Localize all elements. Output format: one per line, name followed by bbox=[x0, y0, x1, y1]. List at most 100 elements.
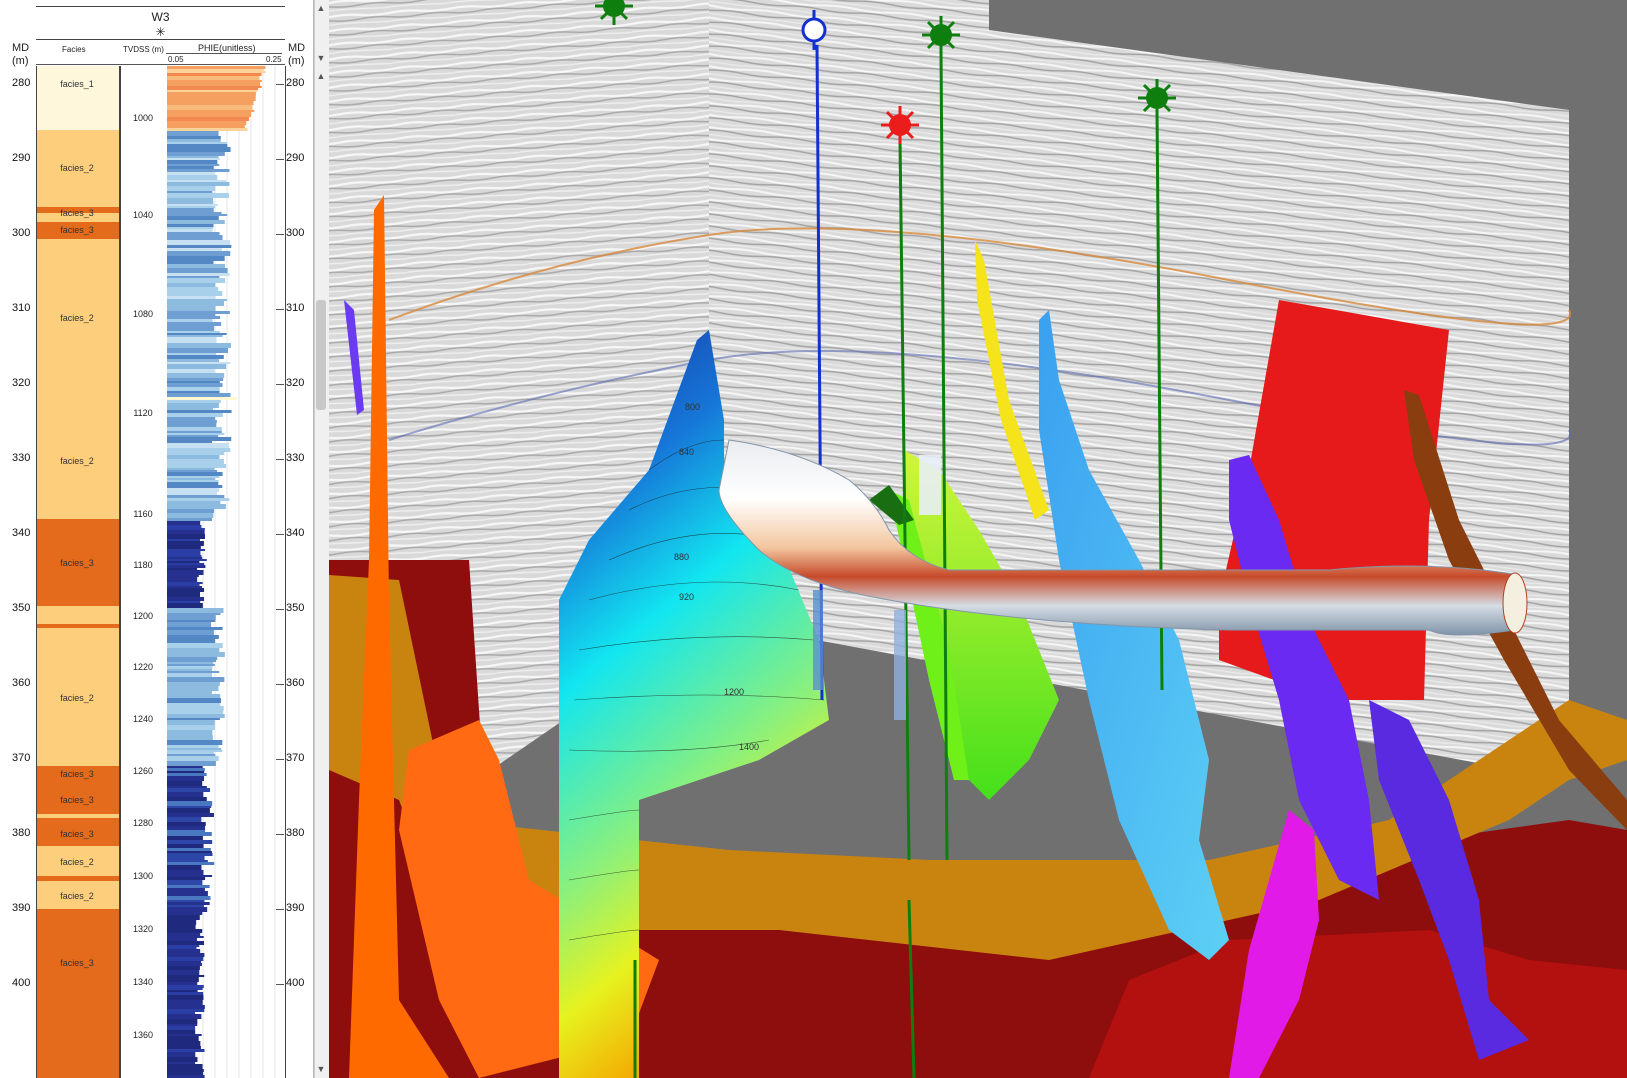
md-tick-line bbox=[276, 534, 284, 535]
md-tick-label: 380 bbox=[12, 827, 31, 839]
md-tick-label: 360 bbox=[286, 677, 305, 689]
md-tick-label: 340 bbox=[12, 527, 31, 539]
tvdss-tick-label: 1000 bbox=[132, 113, 154, 123]
md-tick-line bbox=[276, 684, 284, 685]
tvdss-tick-label: 1220 bbox=[132, 662, 154, 672]
tvdss-tick-label: 1320 bbox=[132, 924, 154, 934]
tvdss-tick-label: 1240 bbox=[132, 714, 154, 724]
md-tick-label: 390 bbox=[286, 902, 305, 914]
tvd-header: TVDSS (m) bbox=[123, 45, 164, 54]
tube-end-cap bbox=[1502, 572, 1528, 634]
md-tick-line bbox=[276, 609, 284, 610]
facies-label: facies_2 bbox=[60, 857, 94, 867]
facies-label: facies_2 bbox=[60, 693, 94, 703]
facies-label: facies_1 bbox=[60, 79, 94, 89]
md-tick-label: 350 bbox=[12, 602, 31, 614]
md-tick-label: 330 bbox=[286, 452, 305, 464]
tvdss-tick-label: 1340 bbox=[132, 977, 154, 987]
scroll-down-arrow-icon-2[interactable]: ▼ bbox=[315, 1063, 327, 1075]
contour-label: 920 bbox=[679, 592, 694, 602]
contour-label: 880 bbox=[674, 552, 689, 562]
log-scrollbar-track[interactable] bbox=[314, 0, 329, 1078]
tvdss-tick-label: 1040 bbox=[132, 210, 154, 220]
facies-label: facies_3 bbox=[60, 558, 94, 568]
well-title-box: W3 ✳ bbox=[36, 6, 285, 40]
md-tick-label: 280 bbox=[12, 77, 31, 89]
tvdss-tick-label: 1300 bbox=[132, 871, 154, 881]
facies-label: facies_2 bbox=[60, 163, 94, 173]
phie-header: PHIE(unitless) bbox=[198, 43, 256, 53]
md-tick-label: 370 bbox=[286, 752, 305, 764]
facies-label: facies_2 bbox=[60, 313, 94, 323]
scroll-up-arrow-icon-2[interactable]: ▲ bbox=[315, 70, 327, 82]
contour-label: 1200 bbox=[724, 687, 744, 697]
md-tick-label: 380 bbox=[286, 827, 305, 839]
md-tick-label: 330 bbox=[12, 452, 31, 464]
well-log-panel[interactable]: W3 ✳ MD (m) MD (m) Facies TVDSS (m) PHIE… bbox=[0, 0, 314, 1078]
md-label-right: MD bbox=[288, 42, 306, 54]
md-tick-line bbox=[276, 84, 284, 85]
well-log-strip bbox=[919, 455, 941, 515]
phie-min: 0.05 bbox=[168, 55, 184, 64]
contour-label: 840 bbox=[679, 447, 694, 457]
facies-label: facies_3 bbox=[60, 769, 94, 779]
md-tick-line bbox=[276, 759, 284, 760]
md-tick-line bbox=[276, 834, 284, 835]
facies-label: facies_3 bbox=[60, 795, 94, 805]
contour-label: 800 bbox=[685, 402, 700, 412]
contour-label: 1400 bbox=[739, 742, 759, 752]
3d-viewport[interactable]: 800 840 880 920 1200 1400 bbox=[329, 0, 1627, 1078]
md-tick-label: 310 bbox=[12, 302, 31, 314]
tvdss-tick-label: 1280 bbox=[132, 818, 154, 828]
facies-interval bbox=[37, 66, 119, 130]
3d-scene[interactable]: 800 840 880 920 1200 1400 bbox=[329, 0, 1627, 1078]
md-tick-label: 290 bbox=[286, 152, 305, 164]
phie-curve-chart bbox=[166, 66, 276, 1078]
scroll-up-arrow-icon[interactable]: ▲ bbox=[315, 2, 327, 14]
md-tick-label: 300 bbox=[286, 227, 305, 239]
md-tick-label: 390 bbox=[12, 902, 31, 914]
md-tick-label: 320 bbox=[12, 377, 31, 389]
scroll-down-arrow-icon[interactable]: ▼ bbox=[315, 52, 327, 64]
phie-scale-line bbox=[166, 53, 282, 54]
md-unit-left: (m) bbox=[12, 55, 29, 67]
md-tick-line bbox=[276, 159, 284, 160]
facies-label: facies_3 bbox=[60, 208, 94, 218]
md-tick-line bbox=[276, 309, 284, 310]
md-tick-label: 320 bbox=[286, 377, 305, 389]
tvdss-tick-label: 1080 bbox=[132, 309, 154, 319]
facies-label: facies_3 bbox=[60, 958, 94, 968]
facies-interval bbox=[37, 909, 119, 1078]
tvdss-tick-label: 1180 bbox=[133, 560, 153, 570]
facies-label: facies_3 bbox=[60, 829, 94, 839]
phie-track bbox=[166, 66, 286, 1078]
md-tick-label: 280 bbox=[286, 77, 305, 89]
md-label-left: MD bbox=[12, 42, 30, 54]
md-unit-right: (m) bbox=[288, 55, 305, 67]
tvdss-tick-label: 1200 bbox=[132, 611, 154, 621]
well-log-strip bbox=[894, 610, 906, 720]
tvdss-track: 1000 1040 1080 1120 1160 1180 1200 1220 1240 1260… bbox=[120, 66, 168, 1078]
md-tick-line bbox=[276, 384, 284, 385]
md-tick-line bbox=[276, 459, 284, 460]
log-scrollbar-thumb[interactable] bbox=[316, 300, 326, 410]
well-log-strip bbox=[813, 590, 823, 690]
tvdss-tick-label: 1160 bbox=[133, 509, 153, 519]
facies-header: Facies bbox=[62, 45, 86, 54]
phie-max: 0.25 bbox=[266, 55, 282, 64]
tvdss-tick-label: 1260 bbox=[132, 766, 154, 776]
md-tick-label: 400 bbox=[286, 977, 305, 989]
md-tick-label: 290 bbox=[12, 152, 31, 164]
facies-label: facies_2 bbox=[60, 891, 94, 901]
facies-track: facies_1 facies_2 facies_3 facies_3 facies_2… bbox=[36, 66, 120, 1078]
facies-label: facies_2 bbox=[60, 456, 94, 466]
md-tick-label: 360 bbox=[12, 677, 31, 689]
tvdss-tick-label: 1120 bbox=[133, 408, 153, 418]
md-tick-label: 370 bbox=[12, 752, 31, 764]
md-tick-label: 400 bbox=[12, 977, 31, 989]
md-tick-label: 310 bbox=[286, 302, 305, 314]
md-tick-label: 350 bbox=[286, 602, 305, 614]
md-tick-label: 340 bbox=[286, 527, 305, 539]
well-name: W3 bbox=[151, 10, 170, 24]
header-divider bbox=[36, 64, 285, 65]
